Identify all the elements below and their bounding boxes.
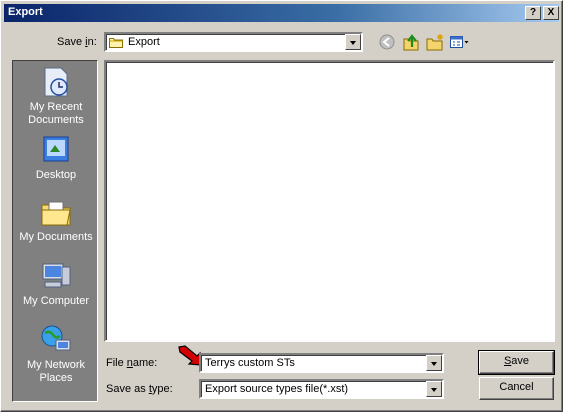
file-name-label: File name:	[106, 357, 158, 369]
back-icon[interactable]	[377, 33, 397, 51]
folder-icon	[109, 38, 123, 48]
recent-documents-icon	[44, 67, 68, 97]
file-name-dropdown-button[interactable]	[426, 355, 442, 371]
save-as-type-value: Export source types file(*.xst)	[205, 383, 349, 395]
save-in-combo[interactable]: Export	[104, 32, 363, 52]
window-title: Export	[8, 6, 43, 18]
new-folder-icon[interactable]	[425, 33, 445, 51]
save-in-label: Save in:	[57, 36, 97, 48]
my-documents-icon	[41, 201, 71, 226]
places-item-desktop[interactable]: Desktop	[13, 133, 99, 182]
export-dialog: Export ? X Save in: Export My Recent Doc…	[0, 0, 563, 412]
save-as-type-dropdown-button[interactable]	[426, 381, 442, 397]
places-item-my-documents[interactable]: My Documents	[13, 195, 99, 244]
save-in-value: Export	[128, 36, 160, 48]
file-name-input[interactable]: Terrys custom STs	[199, 353, 444, 373]
places-item-my-computer[interactable]: My Computer	[13, 259, 99, 308]
file-name-value: Terrys custom STs	[205, 357, 295, 369]
view-menu-icon[interactable]	[449, 33, 469, 51]
save-as-type-label: Save as type:	[106, 383, 173, 395]
save-button[interactable]: Save	[478, 350, 555, 375]
my-computer-icon	[42, 263, 71, 288]
places-item-recent-documents[interactable]: My Recent Documents	[13, 65, 99, 127]
file-list-view[interactable]	[104, 60, 555, 342]
places-item-my-network-places[interactable]: My Network Places	[13, 323, 99, 385]
close-button[interactable]: X	[543, 6, 559, 20]
title-bar[interactable]: Export ? X	[4, 4, 559, 22]
close-icon: X	[547, 7, 555, 18]
cancel-button[interactable]: Cancel	[479, 377, 554, 400]
save-as-type-select[interactable]: Export source types file(*.xst)	[199, 379, 444, 399]
places-bar: My Recent Documents Desktop My Documents	[12, 60, 98, 402]
help-button[interactable]: ?	[525, 6, 541, 20]
help-icon: ?	[529, 7, 537, 18]
desktop-icon	[43, 136, 69, 162]
save-in-dropdown-button[interactable]	[345, 34, 361, 50]
network-places-icon	[41, 325, 71, 351]
up-folder-icon[interactable]	[401, 33, 421, 51]
